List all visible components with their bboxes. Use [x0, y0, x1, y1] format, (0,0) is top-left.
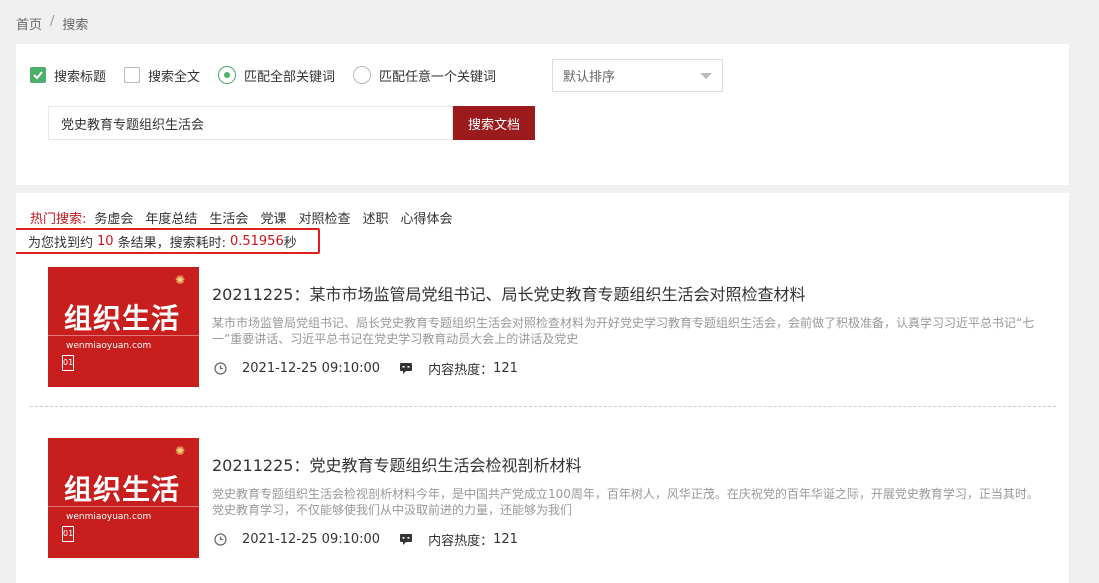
option-search-title[interactable]: 搜索标题: [30, 66, 106, 85]
clock-icon: [212, 532, 228, 548]
hot-tag[interactable]: 生活会: [209, 208, 248, 227]
stats-middle: 条结果，搜索耗时:: [117, 235, 226, 251]
breadcrumb-home[interactable]: 首页: [16, 14, 42, 33]
thumbnail-url: wenmiaoyuan.com: [66, 341, 152, 351]
search-input-value: 党史教育专题组织生活会: [61, 117, 205, 133]
sort-select-value: 默认排序: [563, 70, 616, 85]
sparkle-icon: ✺: [175, 273, 186, 287]
result-thumbnail[interactable]: ✺ 组织生活 wenmiaoyuan.com 01: [48, 438, 199, 558]
result-stats: 为您找到约 10 条结果，搜索耗时: 0.51956 秒: [16, 228, 320, 254]
result-date: 2021-12-25 09:10:00: [242, 532, 381, 547]
option-match-any[interactable]: 匹配任意一个关键词: [353, 66, 496, 85]
thumbnail-number: 01: [62, 355, 74, 371]
result-item: ✺ 组织生活 wenmiaoyuan.com 01 20211225：党史教育专…: [30, 438, 1056, 583]
hot-searches: 热门搜索: 务虚会 年度总结 生活会 党课 对照检查 述职 心得体会: [30, 208, 465, 227]
radio-unchecked-icon[interactable]: [353, 66, 372, 84]
search-input[interactable]: 党史教育专题组织生活会: [48, 106, 453, 140]
result-description: 党史教育专题组织生活会检视剖析材料今年，是中国共产党成立100周年，百年树人，风…: [212, 487, 1039, 517]
sparkle-icon: ✺: [175, 444, 186, 458]
result-item: ✺ 组织生活 wenmiaoyuan.com 01 20211225：某市市场监…: [30, 267, 1056, 407]
result-meta: 2021-12-25 09:10:00 内容热度： 121: [212, 530, 518, 549]
chevron-down-icon: [700, 73, 712, 79]
checkbox-unchecked-icon[interactable]: [124, 67, 141, 83]
result-description: 某市市场监管局党组书记、局长党史教育专题组织生活会对照检查材料为开好党史学习教育…: [212, 316, 1035, 346]
hot-tag[interactable]: 年度总结: [145, 208, 197, 227]
result-heat: 121: [493, 532, 518, 547]
stats-count: 10: [97, 233, 114, 249]
thumbnail-number: 01: [62, 526, 74, 542]
hot-tag[interactable]: 心得体会: [400, 208, 452, 227]
thumbnail-divider: [48, 506, 199, 507]
option-search-fulltext[interactable]: 搜索全文: [124, 66, 200, 85]
breadcrumb-current: 搜索: [62, 18, 89, 33]
results-panel: 热门搜索: 务虚会 年度总结 生活会 党课 对照检查 述职 心得体会 为您找到约…: [16, 193, 1069, 583]
option-search-fulltext-label: 搜索全文: [148, 69, 201, 85]
comment-icon: [398, 361, 414, 377]
thumbnail-title: 组织生活: [64, 302, 181, 335]
option-match-all-label: 匹配全部关键词: [244, 69, 336, 85]
result-date: 2021-12-25 09:10:00: [242, 361, 381, 376]
result-title[interactable]: 20211225：党史教育专题组织生活会检视剖析材料: [212, 452, 581, 476]
result-title[interactable]: 20211225：某市市场监管局党组书记、局长党史教育专题组织生活会对照检查材料: [212, 281, 805, 305]
breadcrumb-separator: /: [50, 14, 55, 29]
hot-tag[interactable]: 述职: [362, 208, 388, 227]
hot-tag[interactable]: 对照检查: [298, 208, 350, 227]
search-options: 搜索标题 搜索全文 匹配全部关键词 匹配任意一个关键词: [30, 66, 514, 85]
stats-suffix: 秒: [283, 235, 297, 251]
hot-searches-label: 热门搜索:: [30, 212, 87, 227]
result-heat-label: 内容热度：: [428, 363, 494, 378]
result-thumbnail[interactable]: ✺ 组织生活 wenmiaoyuan.com 01: [48, 267, 199, 387]
thumbnail-title: 组织生活: [64, 473, 181, 506]
stats-prefix: 为您找到约: [28, 235, 94, 251]
thumbnail-divider: [48, 335, 199, 336]
clock-icon: [212, 361, 228, 377]
checkbox-checked-icon[interactable]: [30, 67, 46, 83]
breadcrumb: 首页 / 搜索: [16, 14, 88, 33]
option-search-title-label: 搜索标题: [54, 69, 107, 85]
search-button[interactable]: 搜索文档: [453, 106, 535, 140]
result-heat: 121: [493, 361, 518, 376]
hot-tag[interactable]: 党课: [260, 208, 286, 227]
radio-checked-icon[interactable]: [218, 66, 237, 84]
sort-select[interactable]: 默认排序: [552, 59, 723, 92]
option-match-any-label: 匹配任意一个关键词: [379, 69, 497, 85]
search-panel: 搜索标题 搜索全文 匹配全部关键词 匹配任意一个关键词 默认排序 党史教育专题组…: [16, 44, 1069, 185]
stats-time: 0.51956: [229, 233, 284, 249]
result-heat-label: 内容热度：: [428, 534, 494, 549]
comment-icon: [398, 532, 414, 548]
hot-tag[interactable]: 务虚会: [94, 208, 133, 227]
thumbnail-url: wenmiaoyuan.com: [66, 512, 152, 522]
result-meta: 2021-12-25 09:10:00 内容热度： 121: [212, 359, 518, 378]
option-match-all[interactable]: 匹配全部关键词: [218, 66, 335, 85]
